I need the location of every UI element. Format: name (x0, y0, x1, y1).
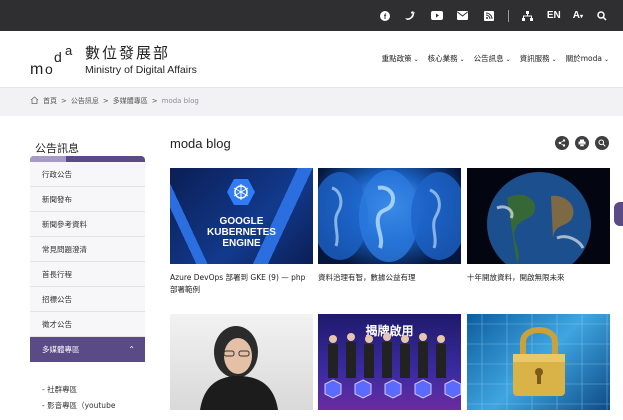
sitemap-icon[interactable] (521, 9, 535, 23)
breadcrumb-news[interactable]: 公告訊息 (71, 96, 99, 106)
nav-item-core[interactable]: 核心業務 ⌄ (428, 53, 465, 64)
sidebar-menu: 行政公告 新聞發布 新聞參考資料 常見問題澄清 首長行程 招標公告 徵才公告 多… (30, 162, 145, 362)
sidebar-item-label: 新聞發布 (42, 194, 72, 204)
sidebar-item-label: 行政公告 (42, 169, 72, 179)
nav-item-label: 資訊服務 (519, 54, 550, 63)
sidebar-item-label: 招標公告 (42, 294, 72, 304)
sidebar-item-recruitment[interactable]: 徵才公告 (30, 312, 145, 337)
youtube-icon[interactable] (430, 9, 444, 23)
blog-card[interactable]: GOOGLE KUBERNETES ENGINE Azure DevOps 部署… (170, 168, 313, 296)
breadcrumb-home[interactable]: 首頁 (43, 96, 57, 106)
facebook-icon[interactable]: f (378, 9, 392, 23)
submenu-item-social[interactable]: - 社群專區 (42, 382, 115, 398)
moda-logo[interactable]: m o d a (30, 44, 78, 78)
sidebar-item-press-release[interactable]: 新聞發布 (30, 187, 145, 212)
search-icon[interactable] (595, 136, 609, 150)
site-name-zh: 數位發展部 (85, 44, 171, 62)
sidebar-item-label: 多媒體專區 (42, 345, 80, 354)
card-caption[interactable]: Azure DevOps 部署到 GKE (9) — php 部署範例 (170, 272, 313, 296)
search-icon[interactable] (595, 9, 609, 23)
card-thumbnail[interactable]: 揭牌啟用 (318, 314, 461, 410)
twitter-icon[interactable] (404, 9, 418, 23)
nav-item-label: 公告訊息 (473, 54, 504, 63)
earth-illustration (487, 172, 591, 264)
font-size-label: A (572, 10, 580, 21)
svg-text:o: o (45, 61, 53, 77)
card-thumbnail[interactable] (467, 168, 610, 264)
site-header: m o d a 數位發展部 Ministry of Digital Affair… (0, 31, 623, 87)
card-thumbnail[interactable] (467, 314, 610, 410)
portrait-illustration (200, 326, 278, 410)
card-caption[interactable]: 資料治理有智，數據公益有理 (318, 272, 461, 284)
sidebar-item-faq[interactable]: 常見問題澄清 (30, 237, 145, 262)
site-name-en: Ministry of Digital Affairs (85, 64, 197, 76)
breadcrumb-multimedia[interactable]: 多媒體專區 (113, 96, 148, 106)
home-icon[interactable] (30, 96, 39, 106)
sidebar-item-label: 新聞參考資料 (42, 219, 87, 229)
sidebar-item-label: 常見問題澄清 (42, 244, 87, 254)
share-icon[interactable] (555, 136, 569, 150)
card-thumbnail[interactable]: GOOGLE KUBERNETES ENGINE (170, 168, 313, 264)
nav-item-label: 重點政策 (381, 54, 412, 63)
padlock-illustration (467, 314, 610, 410)
page-tools (555, 136, 609, 150)
font-size-toggle[interactable]: A▾ (573, 10, 583, 21)
svg-text:d: d (54, 49, 62, 65)
blog-card[interactable] (467, 314, 610, 410)
print-icon[interactable] (575, 136, 589, 150)
main-nav: 重點政策 ⌄ 核心業務 ⌄ 公告訊息 ⌄ 資訊服務 ⌄ 關於moda ⌄ (382, 53, 609, 64)
utility-bar: f EN A▾ (0, 0, 623, 31)
thumb-text: KUBERNETES (207, 227, 276, 238)
blog-card[interactable] (170, 314, 313, 410)
blog-card[interactable]: 十年開放資料，開啟無限未來 (467, 168, 610, 284)
language-toggle[interactable]: EN (547, 10, 561, 21)
svg-text:a: a (65, 44, 73, 58)
sidebar-submenu: - 社群專區 - 影音專區（youtube (42, 382, 115, 414)
nav-item-about[interactable]: 關於moda ⌄ (566, 53, 609, 64)
thumb-text: ENGINE (222, 238, 261, 249)
ceremony-illustration (324, 333, 461, 399)
sidebar-item-label: 徵才公告 (42, 319, 72, 329)
nav-item-news[interactable]: 公告訊息 ⌄ (474, 53, 511, 64)
nav-item-policy[interactable]: 重點政策 ⌄ (382, 53, 419, 64)
nav-item-label: 關於moda (565, 54, 602, 63)
sidebar-item-minister-schedule[interactable]: 首長行程 (30, 262, 145, 287)
sidebar-item-press-reference[interactable]: 新聞參考資料 (30, 212, 145, 237)
breadcrumb: 首頁 > 公告訊息 > 多媒體專區 > moda blog (30, 96, 199, 106)
floating-side-tab[interactable] (614, 202, 623, 226)
chevron-up-icon: ⌃ (128, 345, 135, 354)
sidebar-item-admin-notice[interactable]: 行政公告 (30, 162, 145, 187)
rss-icon[interactable] (482, 9, 496, 23)
kubernetes-logo-icon (227, 179, 255, 205)
thumb-text: GOOGLE (219, 216, 264, 227)
globe-illustration (318, 170, 461, 262)
svg-text:m: m (30, 61, 43, 78)
card-caption[interactable]: 十年開放資料，開啟無限未來 (467, 272, 610, 284)
breadcrumb-bar: 首頁 > 公告訊息 > 多媒體專區 > moda blog (0, 87, 623, 116)
sidebar-title: 公告訊息 (35, 142, 79, 155)
card-thumbnail[interactable] (170, 314, 313, 410)
card-thumbnail[interactable] (318, 168, 461, 264)
breadcrumb-current: moda blog (161, 97, 199, 105)
sidebar-item-label: 首長行程 (42, 269, 72, 279)
page-title: moda blog (170, 136, 231, 151)
sidebar-item-tender[interactable]: 招標公告 (30, 287, 145, 312)
sidebar-item-multimedia[interactable]: 多媒體專區 ⌃ (30, 337, 145, 362)
submenu-item-video[interactable]: - 影音專區（youtube (42, 398, 115, 414)
nav-item-services[interactable]: 資訊服務 ⌄ (520, 53, 557, 64)
nav-item-label: 核心業務 (427, 54, 458, 63)
mail-icon[interactable] (456, 9, 470, 23)
divider (507, 9, 509, 22)
blog-card[interactable]: 資料治理有智，數據公益有理 (318, 168, 461, 284)
blog-card[interactable]: 揭牌啟用 (318, 314, 461, 410)
